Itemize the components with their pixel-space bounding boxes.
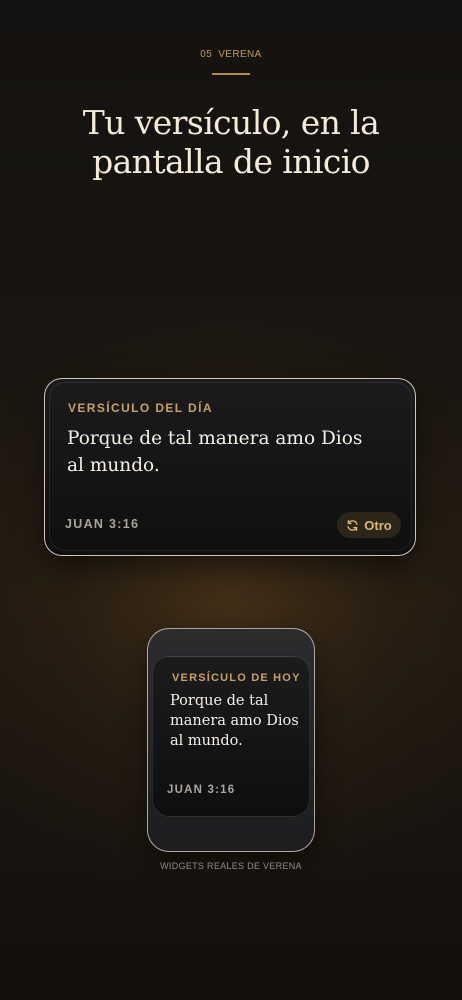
eyebrow-divider (212, 73, 250, 75)
widgets-caption: WIDGETS REALES DE VERENA (160, 861, 302, 871)
verse-reference: JUAN 3:16 (65, 517, 140, 531)
widget-label: VERSÍCULO DEL DÍA (68, 401, 213, 415)
section-eyebrow: 05 VERENA (0, 49, 462, 60)
small-verse-line-3: al mundo. (170, 733, 243, 749)
small-widget-label: VERSÍCULO DE HOY (172, 672, 301, 684)
page-title: Tu versículo, en la pantalla de inicio (0, 103, 462, 181)
verse-line-2: al mundo. (67, 455, 160, 476)
section-name: VERENA (218, 49, 262, 60)
small-verse-line-1: Porque de tal (170, 693, 269, 709)
small-verse-line-2: manera amo Dios (170, 713, 299, 729)
section-number: 05 (200, 49, 213, 60)
small-verse-widget[interactable]: VERSÍCULO DE HOY Porque de tal manera am… (152, 655, 310, 817)
other-button-label: Otro (364, 517, 392, 533)
page-title-line-1: Tu versículo, en la (82, 103, 380, 142)
page-title-line-2: pantalla de inicio (92, 142, 370, 181)
small-verse-reference: JUAN 3:16 (167, 784, 236, 796)
other-verse-button[interactable]: Otro (337, 512, 401, 538)
wide-verse-widget[interactable]: VERSÍCULO DEL DÍA Porque de tal manera a… (44, 378, 416, 556)
verse-text: Porque de tal manera amo Dios al mundo. (67, 425, 387, 479)
verse-line-1: Porque de tal manera amo Dios (67, 428, 363, 449)
small-widget-frame: VERSÍCULO DE HOY Porque de tal manera am… (147, 628, 315, 852)
small-verse-text: Porque de tal manera amo Dios al mundo. (170, 691, 300, 751)
refresh-icon (346, 519, 359, 532)
card-edge-highlight (161, 656, 309, 661)
